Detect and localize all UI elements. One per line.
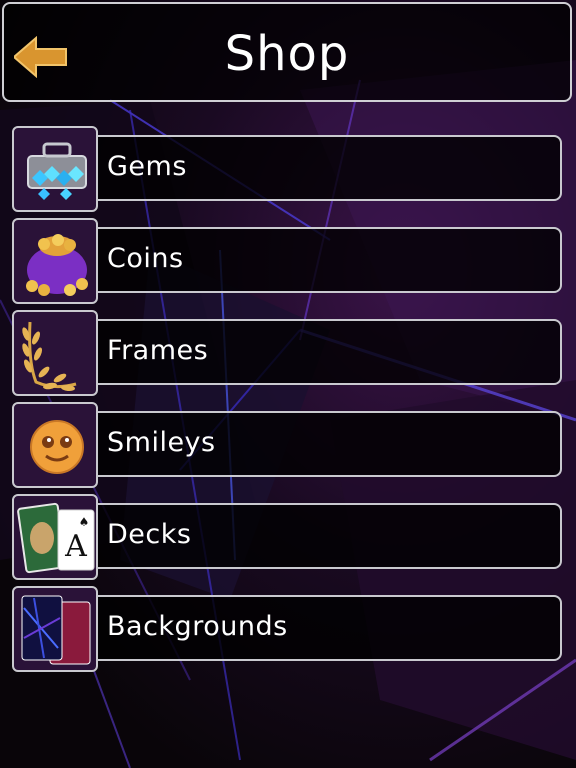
- smiley-icon: [30, 420, 84, 474]
- frames-thumbnail[interactable]: [12, 310, 98, 396]
- header-bar: Shop: [2, 2, 572, 102]
- shop-item-label: Decks: [107, 519, 192, 550]
- shop-item-label: Backgrounds: [107, 611, 288, 642]
- coins-thumbnail[interactable]: [12, 218, 98, 304]
- shop-item-gems[interactable]: Gems: [10, 126, 566, 212]
- svg-text:A: A: [64, 529, 87, 564]
- laurel-frame-icon: [22, 321, 77, 392]
- shop-item-decks[interactable]: A ♠ Decks: [10, 494, 566, 580]
- shop-item-smileys[interactable]: Smileys: [10, 402, 566, 488]
- shop-screen: Shop Gems Coins Frames Smileys A ♠ Decks…: [0, 0, 576, 768]
- svg-text:♠: ♠: [79, 515, 90, 529]
- shop-item-backgrounds[interactable]: Backgrounds: [10, 586, 566, 672]
- shop-item-label: Smileys: [107, 427, 216, 458]
- gem-case-icon: [27, 142, 87, 200]
- smileys-thumbnail[interactable]: [12, 402, 98, 488]
- page-title: Shop: [224, 26, 350, 82]
- backgrounds-icon: [21, 595, 91, 665]
- card-deck-icon: A ♠: [17, 502, 95, 574]
- decks-thumbnail[interactable]: A ♠: [12, 494, 98, 580]
- coin-bag-icon: [26, 234, 88, 296]
- shop-item-label: Frames: [107, 335, 209, 366]
- shop-item-label: Coins: [107, 243, 184, 274]
- gems-thumbnail[interactable]: [12, 126, 98, 212]
- backgrounds-thumbnail[interactable]: [12, 586, 98, 672]
- shop-item-frames[interactable]: Frames: [10, 310, 566, 396]
- shop-item-label: Gems: [107, 151, 187, 182]
- shop-item-coins[interactable]: Coins: [10, 218, 566, 304]
